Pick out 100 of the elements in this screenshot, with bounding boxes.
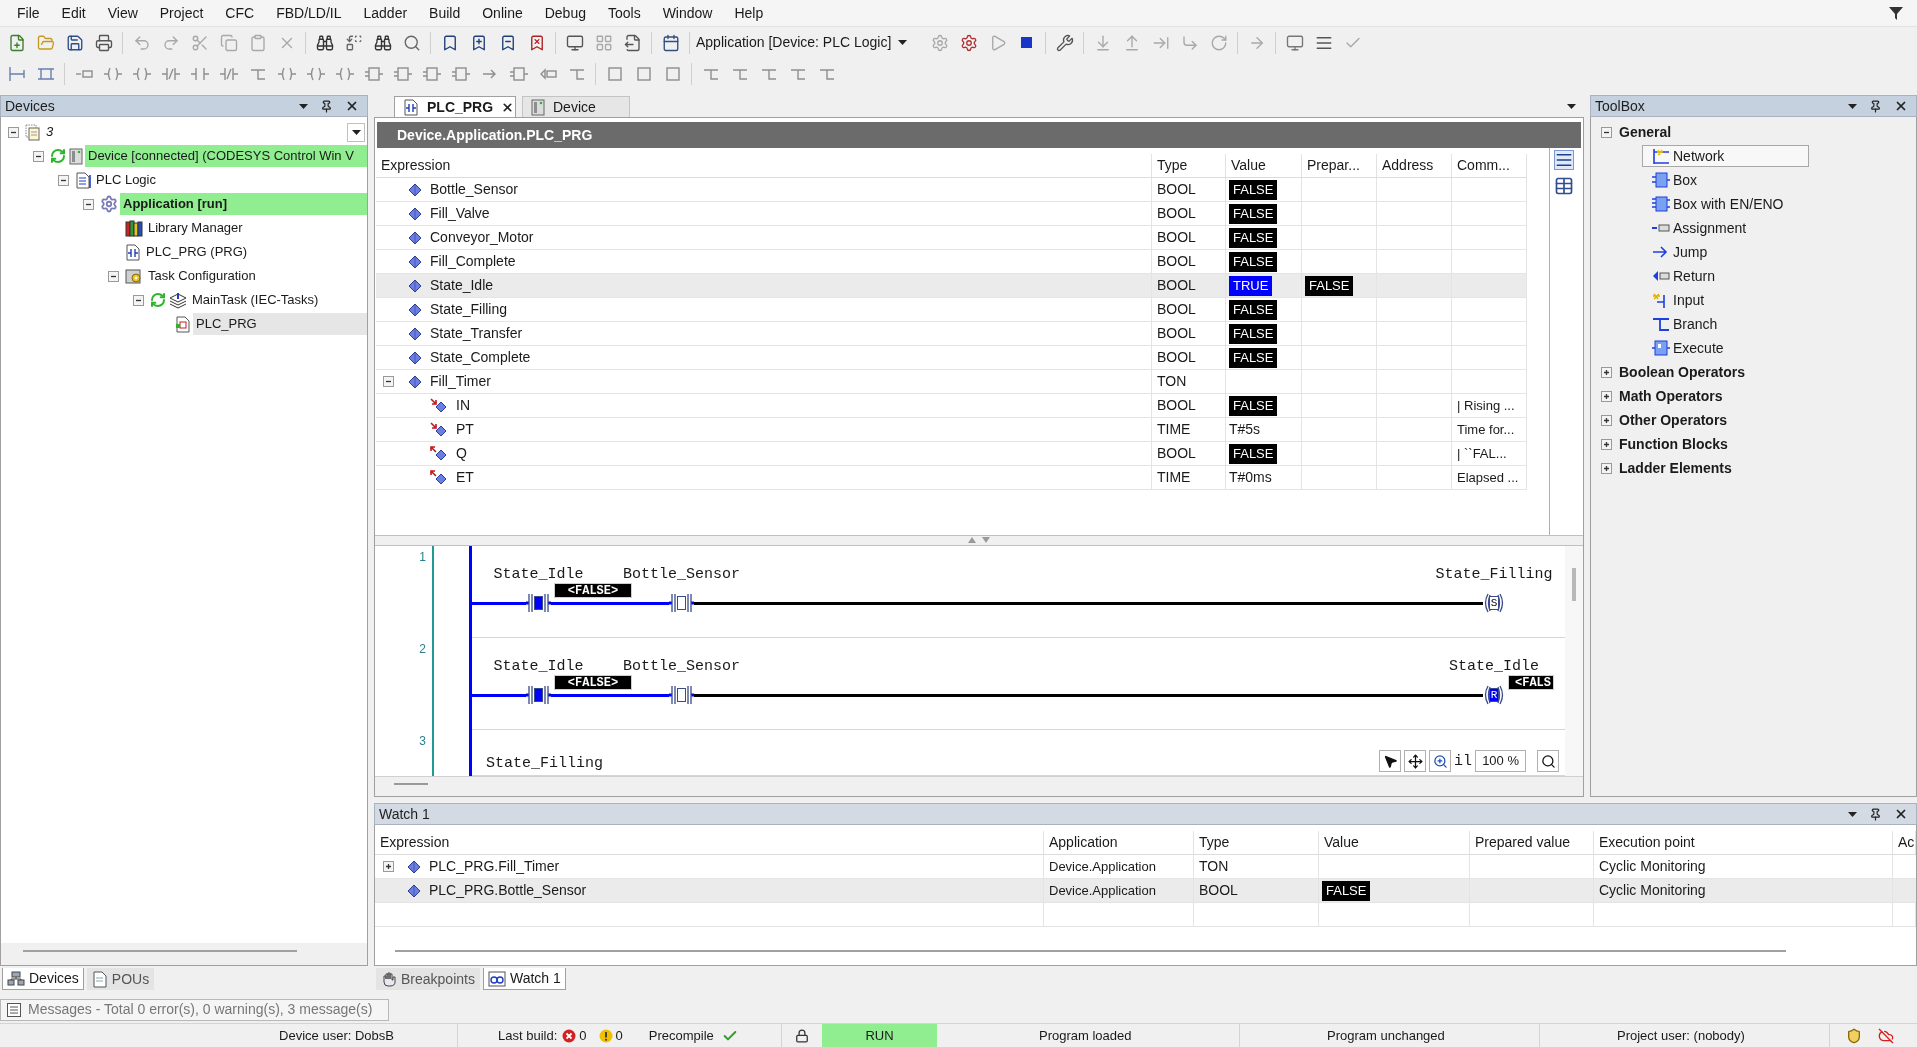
replace-icon[interactable] [344, 33, 363, 52]
minus-toggle-icon[interactable] [107, 270, 119, 282]
column-header[interactable]: Application [1049, 832, 1118, 853]
coil-icon[interactable] [335, 65, 354, 83]
table-row[interactable]: Fill_Complete BOOL FALSE [376, 250, 1527, 274]
toolbox-item[interactable]: Network [1642, 145, 1809, 167]
box-icon[interactable] [364, 65, 383, 83]
tree-item[interactable]: Task Configuration [145, 265, 367, 287]
minus-toggle-icon[interactable] [57, 174, 69, 186]
column-header[interactable]: Ac [1898, 832, 1915, 853]
caret-icon[interactable] [898, 40, 908, 45]
menu-item[interactable]: Tools [596, 3, 652, 23]
menu-item[interactable]: Help [723, 3, 775, 23]
table-row[interactable]: Bottle_Sensor BOOL FALSE [376, 178, 1527, 202]
menu-item[interactable]: Ladder [352, 3, 419, 23]
box-icon[interactable] [509, 65, 528, 83]
horizontal-scrollbar[interactable] [394, 783, 428, 785]
dropdown-button[interactable] [347, 122, 365, 142]
tree-item[interactable]: Device [connected] (CODESYS Control Win V [85, 145, 367, 167]
menu-item[interactable]: Online [471, 3, 534, 23]
toolbox-group[interactable]: General [1619, 121, 1672, 143]
horizontal-scrollbar[interactable] [23, 950, 297, 952]
zoom-tool-button[interactable] [1429, 750, 1452, 772]
tree-item[interactable]: 3 [43, 121, 347, 143]
gear-icon[interactable] [959, 33, 978, 52]
minus-toggle-icon[interactable] [1601, 126, 1612, 138]
stop-icon[interactable] [1021, 37, 1033, 48]
table-row[interactable]: State_Complete BOOL FALSE [376, 346, 1527, 370]
editor-tab[interactable]: PLC_PRG [394, 96, 516, 117]
column-header[interactable]: Prepar... [1307, 155, 1360, 176]
pin-icon[interactable] [1869, 99, 1882, 113]
coil-icon[interactable] [103, 65, 122, 83]
table-row[interactable]: PLC_PRG.Bottle_Sensor Device.Application BOOL FALSE Cyclic Monitoring [375, 879, 1916, 903]
dropdown-caret-icon[interactable] [1567, 103, 1576, 109]
file-output-icon[interactable] [623, 33, 642, 52]
close-icon[interactable] [501, 100, 515, 114]
binoculars-icon[interactable] [315, 33, 334, 52]
tree-item[interactable]: PLC_PRG [193, 313, 367, 335]
menu-item[interactable]: CFC [214, 3, 266, 23]
coil-icon[interactable] [306, 65, 325, 83]
application-selector[interactable]: Application [Device: PLC Logic] [694, 30, 910, 55]
menu-item[interactable]: Debug [533, 3, 597, 23]
list-view-icon[interactable] [1554, 150, 1574, 170]
monitor-icon[interactable] [565, 33, 584, 52]
coil-icon[interactable] [132, 65, 151, 83]
toolbox-item[interactable]: Jump [1642, 241, 1809, 263]
column-header[interactable]: Value [1231, 155, 1266, 176]
table-row[interactable]: PLC_PRG.Fill_Timer Device.Application TON Cyclic Monitoring [375, 855, 1916, 879]
table-row[interactable]: State_Transfer BOOL FALSE [376, 322, 1527, 346]
panel-tab[interactable]: POUs [86, 968, 155, 990]
column-header[interactable]: Execution point [1599, 832, 1695, 853]
tree-item[interactable]: PLC_PRG (PRG) [143, 241, 367, 263]
minus-toggle-icon[interactable] [32, 150, 44, 162]
table-row[interactable]: Fill_Timer TON [376, 370, 1527, 394]
toolbox-item[interactable]: Execute [1642, 337, 1809, 359]
monitor-icon[interactable] [1285, 33, 1304, 52]
print-icon[interactable] [94, 33, 113, 52]
column-header[interactable]: Value [1324, 832, 1359, 853]
negated-contact-icon[interactable] [219, 65, 238, 83]
column-header[interactable]: Comm... [1457, 155, 1510, 176]
tree-item[interactable]: Application [run] [120, 193, 367, 215]
menu-item[interactable]: Project [148, 3, 215, 23]
column-header[interactable]: Address [1382, 155, 1434, 176]
pointer-tool-button[interactable] [1379, 750, 1402, 772]
parallel-lines-icon[interactable] [36, 65, 55, 83]
wrench-icon[interactable] [1055, 33, 1074, 52]
coil-icon[interactable] [277, 65, 296, 83]
plus-toggle-icon[interactable] [1601, 462, 1612, 474]
box-icon[interactable] [451, 65, 470, 83]
messages-bar[interactable]: Messages - Total 0 error(s), 0 warning(s), 3 message(s) [0, 998, 389, 1021]
binoculars-icon[interactable] [373, 33, 392, 52]
calendar-icon[interactable] [661, 33, 680, 52]
table-icon[interactable] [1554, 176, 1574, 196]
tree-item[interactable]: MainTask (IEC-Tasks) [189, 289, 367, 311]
minus-toggle-icon[interactable] [132, 294, 144, 306]
rung-icon[interactable] [7, 65, 26, 83]
toolbox-item[interactable]: Branch [1642, 313, 1809, 335]
table-row[interactable]: PT TIME T#5s Time for... [376, 418, 1527, 442]
dropdown-caret-icon[interactable] [1848, 103, 1857, 109]
plus-toggle-icon[interactable] [1601, 414, 1612, 426]
tree-item[interactable]: Library Manager [145, 217, 367, 239]
plus-toggle-icon[interactable] [1601, 390, 1612, 402]
close-icon[interactable] [1894, 807, 1908, 821]
table-row[interactable]: IN BOOL FALSE | Rising ... [376, 394, 1527, 418]
table-row[interactable]: ET TIME T#0ms Elapsed ... [376, 466, 1527, 490]
dropdown-caret-icon[interactable] [1848, 811, 1857, 817]
tree-item[interactable]: PLC Logic [93, 169, 367, 191]
column-header[interactable]: Type [1199, 832, 1230, 853]
toolbox-group[interactable]: Function Blocks [1619, 433, 1728, 455]
table-row[interactable]: Conveyor_Motor BOOL FALSE [376, 226, 1527, 250]
zoom-fit-button[interactable] [1537, 750, 1559, 772]
table-row[interactable]: Fill_Valve BOOL FALSE [376, 202, 1527, 226]
minus-toggle-icon[interactable] [382, 376, 394, 387]
menu-item[interactable]: Build [418, 3, 472, 23]
splitter-arrows-icon[interactable] [966, 536, 992, 543]
plus-toggle-icon[interactable] [1601, 366, 1612, 378]
toolbox-item[interactable]: Return [1642, 265, 1809, 287]
panel-tab[interactable]: Breakpoints [376, 968, 480, 990]
toolbox-item[interactable]: Input [1642, 289, 1809, 311]
pin-icon[interactable] [1869, 807, 1882, 821]
